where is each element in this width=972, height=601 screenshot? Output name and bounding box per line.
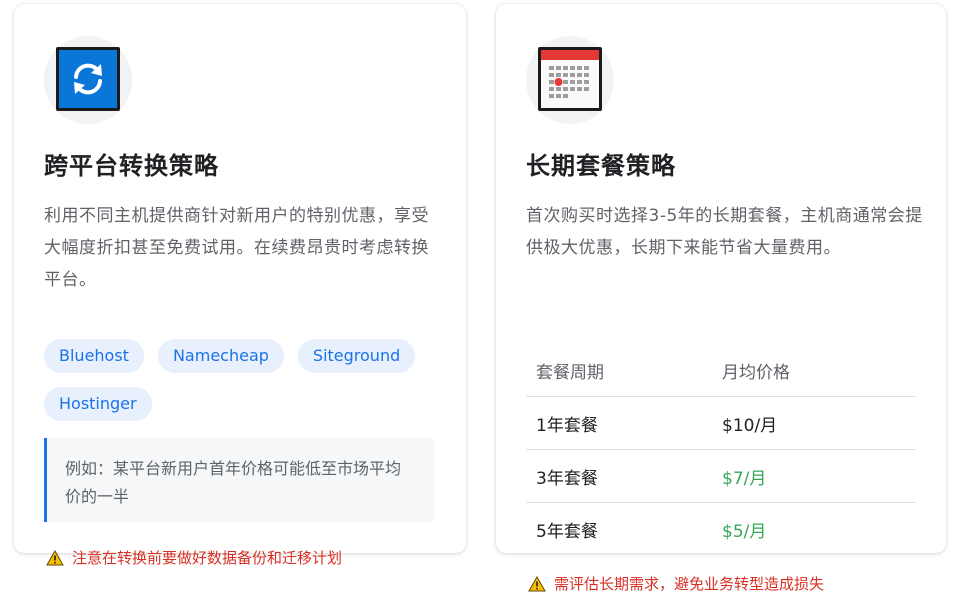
card-description: 利用不同主机提供商针对新用户的特别优惠，享受大幅度折扣甚至免费试用。在续费昂贵时…: [44, 206, 429, 290]
plan-period: 5年套餐: [536, 521, 598, 542]
icon-circle: [44, 36, 132, 124]
plan-price: $7/月: [722, 468, 767, 489]
table-header-row: 套餐周期 月均价格: [526, 344, 916, 397]
card-title: 跨平台转换策略: [44, 152, 219, 180]
table-row: 5年套餐 $5/月: [526, 503, 916, 553]
plan-price: $5/月: [722, 521, 767, 542]
example-callout: 例如：某平台新用户首年价格可能低至市场平均价的一半: [44, 438, 434, 522]
warning-text: 需评估长期需求，避免业务转型造成损失: [554, 575, 825, 593]
sync-icon: [56, 47, 120, 111]
warning-icon: [46, 549, 64, 565]
cross-platform-card: 跨平台转换策略 利用不同主机提供商针对新用户的特别优惠，享受大幅度折扣甚至免费试…: [14, 4, 466, 553]
warning-icon: [528, 575, 546, 591]
warning-note-right: 需评估长期需求，避免业务转型造成损失: [528, 573, 824, 594]
warning-text: 注意在转换前要做好数据备份和迁移计划: [72, 549, 343, 567]
icon-circle: [526, 36, 614, 124]
header-period: 套餐周期: [536, 362, 604, 383]
warning-note-left: 注意在转换前要做好数据备份和迁移计划: [46, 547, 342, 568]
table-row: 3年套餐 $7/月: [526, 450, 916, 503]
tag-namecheap[interactable]: Namecheap: [157, 339, 284, 373]
table-row: 1年套餐 $10/月: [526, 397, 916, 450]
tag-bluehost[interactable]: Bluehost: [44, 339, 144, 373]
plan-price: $10/月: [722, 415, 778, 436]
tag-siteground[interactable]: Siteground: [297, 339, 416, 373]
plan-period: 3年套餐: [536, 468, 598, 489]
plan-period: 1年套餐: [536, 415, 598, 436]
card-description: 首次购买时选择3-5年的长期套餐，主机商通常会提供极大优惠，长期下来能节省大量费…: [526, 206, 923, 258]
calendar-icon: [538, 47, 602, 111]
provider-tags: Bluehost Namecheap Siteground Hostinger: [44, 339, 444, 421]
pricing-table: 套餐周期 月均价格 1年套餐 $10/月 3年套餐 $7/月 5年套餐 $5/月: [526, 344, 916, 553]
card-title: 长期套餐策略: [526, 152, 676, 180]
header-price: 月均价格: [722, 362, 790, 383]
long-term-plan-card: 长期套餐策略 首次购买时选择3-5年的长期套餐，主机商通常会提供极大优惠，长期下…: [496, 4, 946, 553]
tag-hostinger[interactable]: Hostinger: [44, 387, 152, 421]
